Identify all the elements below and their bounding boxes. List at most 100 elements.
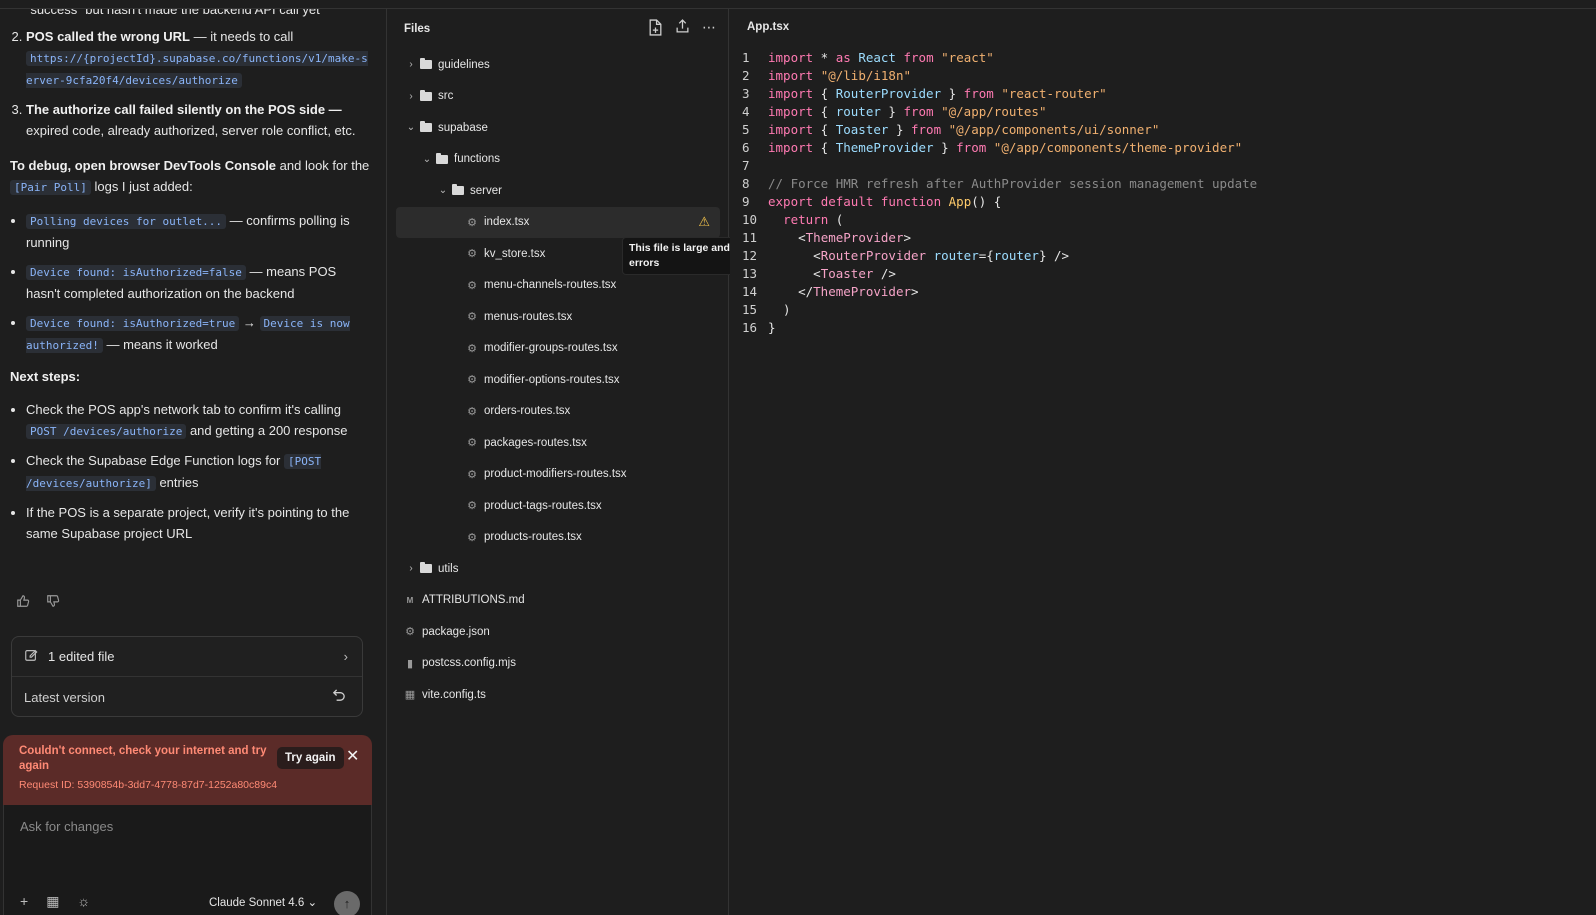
debug-text-2: logs I just added: bbox=[90, 179, 193, 194]
code-line: 2 import "@/lib/i18n" bbox=[730, 67, 1596, 85]
cause-item-2: POS called the wrong URL — it needs to c… bbox=[26, 26, 370, 91]
tree-folder[interactable]: › src bbox=[388, 81, 728, 113]
thumbs-down-icon[interactable] bbox=[45, 593, 61, 609]
tree-folder[interactable]: › guidelines bbox=[388, 49, 728, 81]
code-token: "@/app/components/ui/sonner" bbox=[948, 122, 1160, 137]
cause-2-text: — it needs to call bbox=[189, 29, 294, 44]
tree-item-label: guidelines bbox=[438, 58, 490, 71]
code-text: import { RouterProvider } from "react-ro… bbox=[768, 85, 1107, 103]
tree-file[interactable]: ⚙ index.tsx ⚠ bbox=[396, 206, 720, 238]
code-token: from bbox=[903, 104, 934, 119]
files-panel: Files ⋯ › guidelines › src ⌄ supabase ⌄ functio… bbox=[388, 9, 729, 915]
tree-file[interactable]: ⚙ product-modifiers-routes.tsx bbox=[388, 459, 728, 491]
folder-icon bbox=[420, 89, 432, 101]
tree-folder[interactable]: › utils bbox=[388, 553, 728, 585]
tree-file[interactable]: ⚙ products-routes.tsx bbox=[388, 522, 728, 554]
code-token: import bbox=[768, 86, 814, 101]
tree-file[interactable]: ⚙ menus-routes.tsx bbox=[388, 301, 728, 333]
tree-item-label: menus-routes.tsx bbox=[484, 310, 573, 323]
code-token: * bbox=[813, 50, 836, 65]
code-line: 1 import * as React from "react" bbox=[730, 49, 1596, 67]
plus-icon[interactable]: + bbox=[20, 893, 28, 910]
code-line: 8 // Force HMR refresh after AuthProvider… bbox=[730, 175, 1596, 193]
line-number: 3 bbox=[742, 86, 750, 101]
line-number: 2 bbox=[742, 68, 750, 83]
tree-file[interactable]: ⚙ package.json bbox=[388, 616, 728, 648]
tree-file[interactable]: ▦ vite.config.ts bbox=[388, 679, 728, 711]
next-steps-list: Check the POS app's network tab to confi… bbox=[10, 399, 370, 544]
edited-files-row[interactable]: 1 edited file › bbox=[12, 637, 362, 677]
code-token: default bbox=[820, 194, 874, 209]
tree-folder[interactable]: ⌄ functions bbox=[388, 144, 728, 176]
new-file-icon[interactable] bbox=[648, 19, 663, 39]
sparkle-icon[interactable]: ☼ bbox=[77, 893, 90, 910]
code-text: // Force HMR refresh after AuthProvider … bbox=[768, 175, 1257, 193]
code-area[interactable]: 1 import * as React from "react" 2 import "… bbox=[730, 49, 1596, 337]
folder-icon bbox=[420, 121, 432, 133]
tree-file[interactable]: ⚙ orders-routes.tsx bbox=[388, 396, 728, 428]
tree-file[interactable]: ⚙ modifier-options-routes.tsx bbox=[388, 364, 728, 396]
log-item-3: Device found: isAuthorized=true → Device… bbox=[26, 312, 370, 356]
code-line: 3 import { RouterProvider } from "react-r… bbox=[730, 85, 1596, 103]
debug-paragraph: To debug, open browser DevTools Console … bbox=[10, 155, 370, 198]
code-text: return ( bbox=[768, 211, 843, 229]
send-button[interactable]: ↑ bbox=[334, 891, 360, 915]
code-line: 4 import { router } from "@/app/routes" bbox=[730, 103, 1596, 121]
tree-file[interactable]: ⚙ packages-routes.tsx bbox=[388, 427, 728, 459]
code-line: 15 ) bbox=[730, 301, 1596, 319]
code-token: < bbox=[768, 230, 806, 245]
code-token: } /> bbox=[1038, 248, 1070, 263]
thumbs-up-icon[interactable] bbox=[15, 593, 31, 609]
tree-folder[interactable]: ⌄ server bbox=[388, 175, 728, 207]
code-file-icon: ⚙ bbox=[467, 311, 477, 324]
code-file-icon: ⚙ bbox=[467, 342, 477, 355]
code-token: "@/lib/i18n" bbox=[820, 68, 911, 83]
close-icon[interactable]: ✕ bbox=[346, 747, 359, 767]
line-number: 16 bbox=[742, 320, 758, 335]
folder-icon bbox=[436, 152, 448, 164]
tree-item-label: functions bbox=[454, 153, 501, 166]
editor-tab-title[interactable]: App.tsx bbox=[747, 21, 789, 33]
code-token: } bbox=[933, 140, 957, 155]
top-bar bbox=[0, 0, 1596, 9]
code-text: <Toaster /> bbox=[768, 265, 896, 283]
code-text: import { ThemeProvider } from "@/app/com… bbox=[768, 139, 1242, 157]
code-file-icon: ⚙ bbox=[467, 216, 477, 229]
error-banner: Couldn't connect, check your internet an… bbox=[3, 735, 372, 805]
chat-input-placeholder[interactable]: Ask for changes bbox=[20, 819, 113, 834]
code-token: function bbox=[880, 194, 942, 209]
tree-file[interactable]: M ATTRIBUTIONS.md bbox=[388, 585, 728, 617]
log-list: Polling devices for outlet... — confirms… bbox=[10, 210, 370, 356]
tree-file[interactable]: ▮ postcss.config.mjs bbox=[388, 648, 728, 680]
warning-icon[interactable]: ⚠ bbox=[698, 214, 710, 230]
code-token: () { bbox=[971, 194, 1002, 209]
code-token: export bbox=[768, 194, 814, 209]
try-again-button[interactable]: Try again bbox=[277, 747, 344, 769]
tree-item-label: postcss.config.mjs bbox=[422, 657, 516, 670]
code-file-icon: ⚙ bbox=[467, 374, 477, 387]
code-line: 13 <Toaster /> bbox=[730, 265, 1596, 283]
folder-icon bbox=[420, 562, 432, 574]
tree-file[interactable]: ⚙ product-tags-routes.tsx bbox=[388, 490, 728, 522]
chat-message: “success” but hasn't made the backend AP… bbox=[10, 9, 370, 552]
tree-folder[interactable]: ⌄ supabase bbox=[388, 112, 728, 144]
log-code-3a: Device found: isAuthorized=true bbox=[26, 316, 240, 331]
chat-input-box[interactable]: Ask for changes + ▦ ☼ Claude Sonnet 4.6 … bbox=[3, 805, 372, 915]
code-token: { bbox=[813, 140, 836, 155]
tree-file[interactable]: ⚙ modifier-groups-routes.tsx bbox=[388, 333, 728, 365]
folder-icon bbox=[452, 184, 464, 196]
tree-item-label: products-routes.tsx bbox=[484, 531, 582, 544]
undo-icon[interactable] bbox=[331, 688, 346, 707]
cause-3-text: expired code, already authorized, server… bbox=[26, 123, 356, 138]
line-number: 13 bbox=[742, 266, 758, 281]
next-step-3: If the POS is a separate project, verify… bbox=[26, 502, 370, 544]
upload-icon[interactable] bbox=[675, 19, 690, 39]
model-select[interactable]: Claude Sonnet 4.6 ⌄ bbox=[209, 895, 317, 909]
step-1-text-a: Check the POS app's network tab to confi… bbox=[26, 402, 341, 417]
folder-icon bbox=[420, 58, 432, 70]
code-token: > bbox=[903, 230, 912, 245]
more-icon[interactable]: ⋯ bbox=[702, 19, 716, 39]
calendar-icon[interactable]: ▦ bbox=[46, 893, 59, 910]
